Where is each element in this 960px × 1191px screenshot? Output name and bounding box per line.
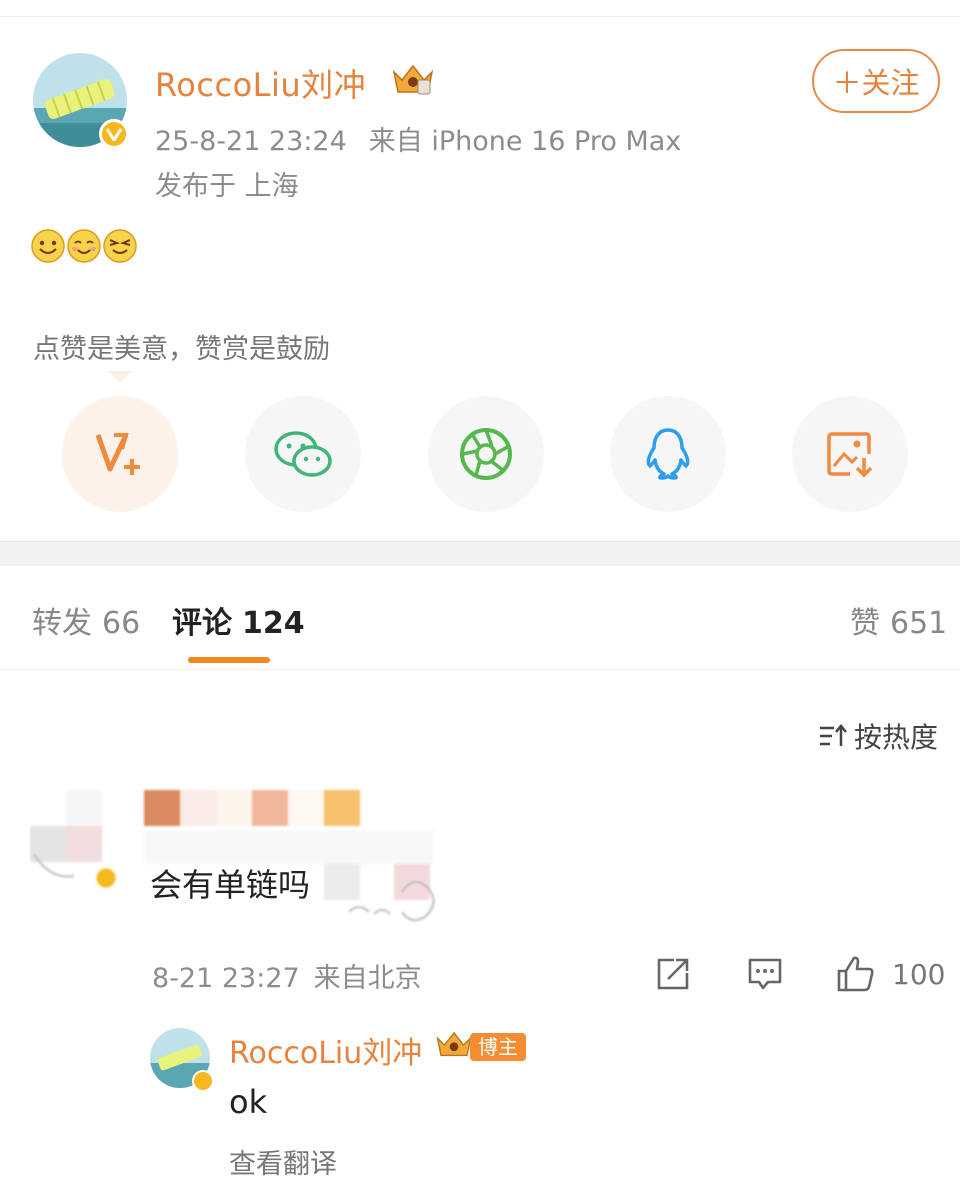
reply-text: ok <box>229 1083 268 1121</box>
shy-emoji-icon <box>67 229 101 263</box>
post-content <box>30 228 138 264</box>
tab-like-label: 赞 <box>850 606 880 641</box>
tab-comment-count: 124 <box>242 606 305 641</box>
comment-meta: 8-21 23:27 来自北京 <box>152 956 422 995</box>
translate-link[interactable]: 查看翻译 <box>229 1142 337 1181</box>
reward-text: 点赞是美意，赞赏是鼓励 <box>33 334 330 365</box>
tab-repost-count: 66 <box>102 606 141 641</box>
wechat-share-button[interactable] <box>245 396 361 512</box>
smile-emoji-icon <box>31 229 65 263</box>
v-plus-icon <box>95 433 140 475</box>
post-location: 发布于 上海 <box>155 171 299 202</box>
reply-avatar[interactable] <box>150 1028 214 1092</box>
moments-icon <box>460 428 512 480</box>
comment-time: 8-21 23:27 <box>152 963 300 994</box>
verified-icon <box>99 119 129 149</box>
follow-button[interactable]: ＋关注 <box>812 49 940 113</box>
comment-avatar[interactable] <box>30 790 140 900</box>
crown-badge-icon <box>390 62 436 98</box>
reply-crown-badge-icon <box>434 1029 474 1061</box>
comment-icon <box>748 958 782 990</box>
save-image-icon <box>827 432 873 478</box>
save-image-button[interactable] <box>792 396 908 512</box>
comment-text: 会有单链吗 <box>150 866 311 904</box>
tip-arrow <box>108 371 132 382</box>
author-badge: 博主 <box>470 1033 526 1061</box>
active-tab-indicator <box>188 657 270 663</box>
comment-share-button[interactable] <box>654 954 692 994</box>
comment-username-mosaic[interactable] <box>144 790 364 828</box>
top-divider <box>0 16 960 17</box>
thumbs-up-icon <box>837 956 874 992</box>
v-plus-button[interactable] <box>62 396 178 512</box>
tab-comment-label: 评论 <box>172 606 232 641</box>
section-separator <box>0 541 960 566</box>
qq-icon <box>646 428 690 480</box>
sort-label: 按热度 <box>854 721 939 754</box>
sort-icon <box>820 724 847 746</box>
comment-like-button[interactable]: 100 <box>836 954 945 994</box>
tab-repost[interactable]: 转发 66 <box>32 598 140 642</box>
share-icon <box>657 958 689 990</box>
tab-like[interactable]: 赞 651 <box>850 598 947 642</box>
avatar[interactable] <box>33 53 129 149</box>
tab-comment[interactable]: 评论 124 <box>172 598 305 642</box>
wink-emoji-icon <box>103 229 137 263</box>
tab-like-count: 651 <box>890 606 948 641</box>
post-source: 来自 iPhone 16 Pro Max <box>368 126 682 157</box>
post-time: 25-8-21 23:24 <box>155 126 347 157</box>
tab-divider <box>0 669 960 670</box>
comment-source: 来自北京 <box>313 963 422 994</box>
moments-share-button[interactable] <box>428 396 544 512</box>
comment-reply-button[interactable] <box>746 954 784 994</box>
post-username[interactable]: RoccoLiu刘冲 <box>155 60 366 106</box>
sort-button[interactable]: 按热度 <box>818 716 938 756</box>
qq-share-button[interactable] <box>610 396 726 512</box>
comment-like-count: 100 <box>892 957 946 991</box>
reply-username[interactable]: RoccoLiu刘冲 <box>229 1028 422 1072</box>
post-meta: 25-8-21 23:24 来自 iPhone 16 Pro Max <box>155 119 681 158</box>
reply-verified-icon <box>192 1070 214 1092</box>
tab-repost-label: 转发 <box>32 606 92 641</box>
wechat-icon <box>274 431 332 477</box>
